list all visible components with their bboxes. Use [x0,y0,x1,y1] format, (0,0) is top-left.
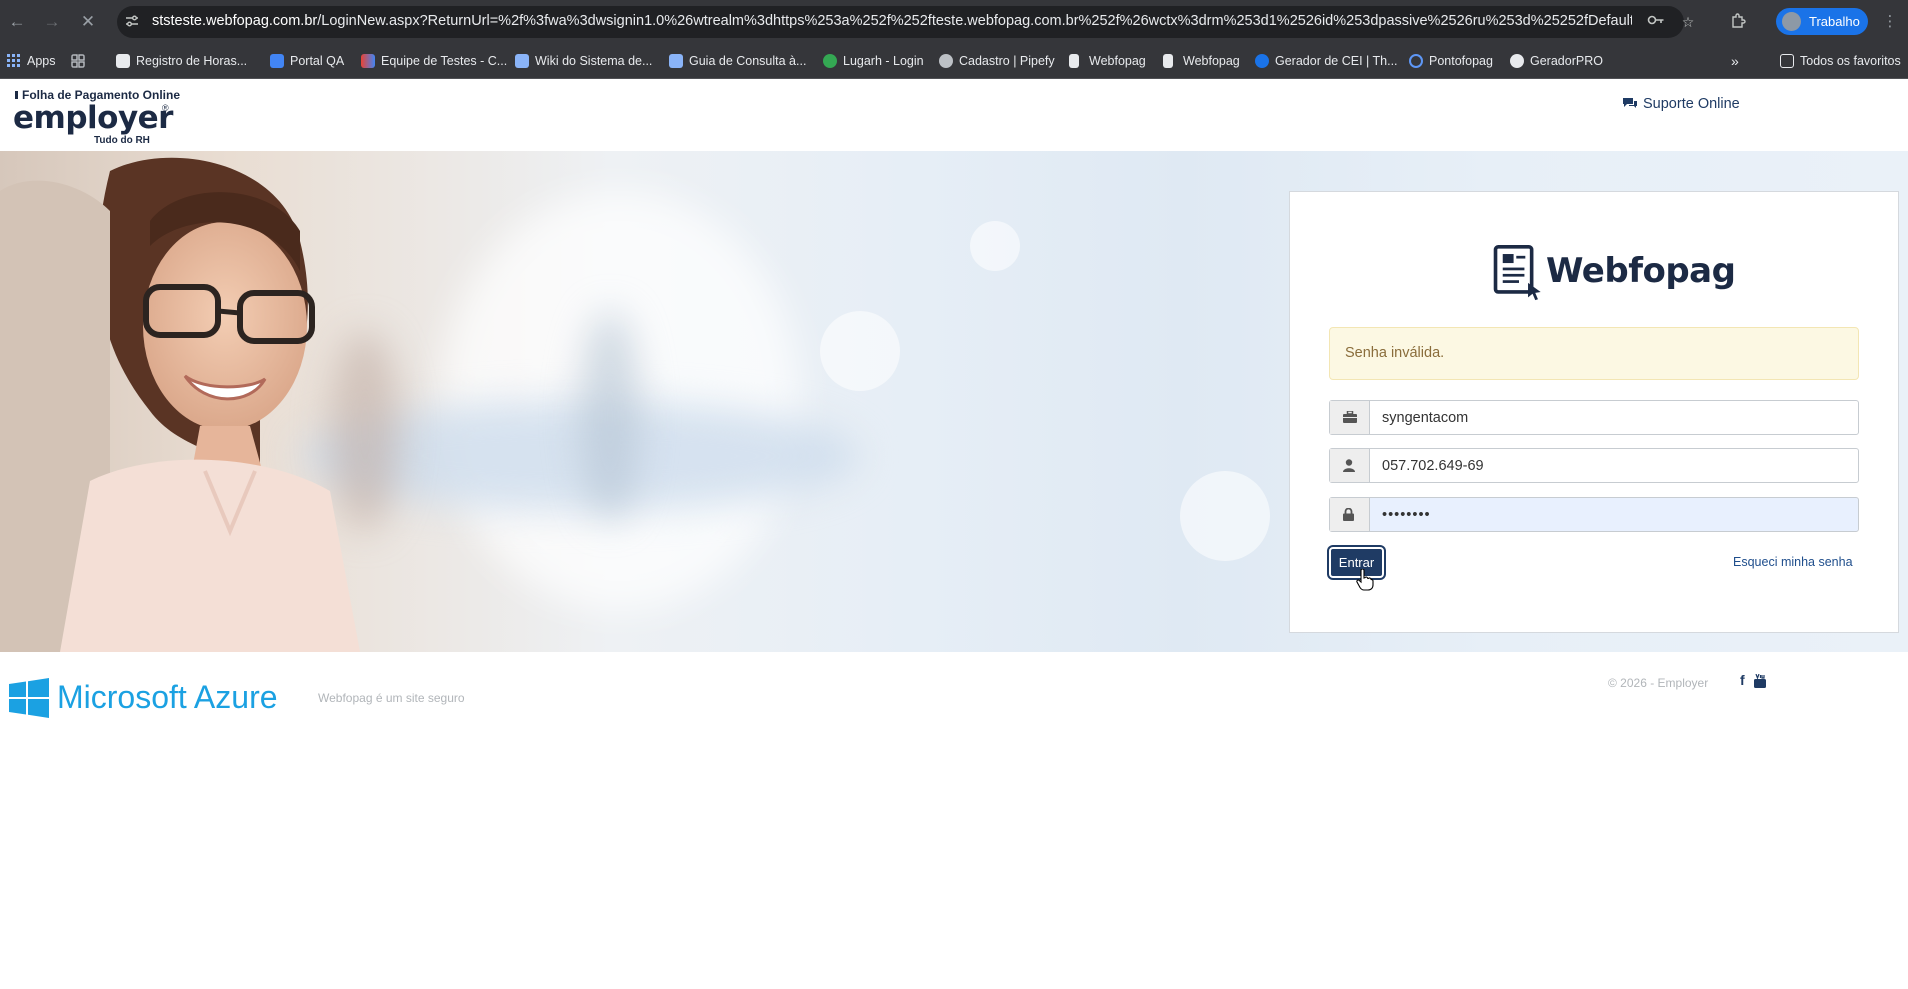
bookmark-pontofopag[interactable]: Pontofopag [1409,52,1493,70]
company-input[interactable] [1371,401,1858,434]
team-icon [361,54,375,68]
search-icon [270,54,284,68]
url-text[interactable]: ststeste.webfopag.com.br/LoginNew.aspx?R… [152,13,1632,29]
bookmark-tab-groups[interactable] [71,52,91,70]
webfopag-icon [1069,54,1079,68]
bookmark-webfopag-2[interactable]: Webfopag [1163,52,1240,70]
logo-tagline: Tudo do RH [94,135,150,146]
user-icon [1330,449,1370,482]
site-info-icon[interactable] [123,13,141,31]
forward-icon[interactable]: → [40,10,64,34]
bookmark-portal-qa[interactable]: Portal QA [270,52,344,70]
microsoft-azure-label: Microsoft Azure [57,679,278,715]
bookmark-cadastro-pipefy[interactable]: Cadastro | Pipefy [939,52,1055,70]
bookmarks-bar: Apps Registro de Horas... Portal QA Equi… [0,43,1908,79]
info-circle-icon [1255,54,1269,68]
folder-icon [1780,54,1794,68]
back-icon[interactable]: ← [5,10,29,34]
apps-grid-icon [7,54,20,67]
bookmark-equipe-testes[interactable]: Equipe de Testes - C... [361,52,507,70]
bookmark-label: Pontofopag [1429,54,1493,68]
webfopag-brand-name: Webfopag [1546,251,1736,291]
error-alert-message: Senha inválida. [1345,345,1445,361]
bookmark-guia-consulta[interactable]: Guia de Consulta à... [669,52,806,70]
logo-registered-mark: ® [162,103,169,113]
more-bookmarks-icon[interactable]: » [1731,52,1739,70]
briefcase-icon [1330,401,1370,434]
smiling-woman-photo [0,157,360,652]
password-input[interactable] [1371,498,1858,531]
hand-pointer-cursor-icon [1356,569,1374,591]
menu-dots-icon[interactable]: ⋮ [1878,10,1902,34]
youtube-icon[interactable] [1754,674,1766,688]
support-label: Suporte Online [1643,96,1740,112]
bookmark-label: Wiki do Sistema de... [535,54,653,68]
bookmark-label: Todos os favoritos [1800,54,1901,68]
bookmark-label: Lugarh - Login [843,54,924,68]
clock-icon [1409,54,1423,68]
profile-button[interactable]: Trabalho [1776,8,1868,35]
browser-toolbar: ← → ✕ ststeste.webfopag.com.br/LoginNew.… [0,0,1908,43]
site-header [0,80,1908,151]
globe-icon [939,54,953,68]
lock-icon [1330,498,1370,531]
bokeh-light [820,311,900,391]
bookmark-label: Guia de Consulta à... [689,54,807,68]
bokeh-light [1180,471,1270,561]
profile-label: Trabalho [1809,14,1860,29]
bookmark-wiki-sistema[interactable]: Wiki do Sistema de... [515,52,652,70]
bookmark-label: Portal QA [290,54,345,68]
document-icon [116,54,130,68]
bookmark-label: Apps [27,54,56,68]
extensions-icon[interactable] [1729,13,1747,31]
copyright-text: © 2026 - Employer [1608,676,1709,690]
windows-logo-icon [9,678,49,718]
bookmark-label: Webfopag [1089,54,1146,68]
logo-bar [15,91,18,99]
webfopag-icon [1163,54,1173,68]
stop-loading-icon[interactable]: ✕ [76,10,100,34]
error-alert: Senha inválida. [1329,327,1859,380]
bookmark-label: Registro de Horas... [136,54,248,68]
secure-site-text: Webfopag é um site seguro [318,691,465,705]
bookmark-geradorpro[interactable]: GeradorPRO [1510,52,1603,70]
bookmark-star-icon[interactable]: ☆ [1679,13,1697,31]
tab-grid-icon [71,54,85,68]
triangle-icon [1510,54,1524,68]
bookmark-apps[interactable]: Apps [7,52,56,70]
user-field[interactable] [1329,448,1859,483]
bookmark-webfopag-1[interactable]: Webfopag [1069,52,1146,70]
password-field[interactable] [1329,497,1859,532]
avatar [1782,12,1801,31]
support-online-link[interactable]: Suporte Online [1622,96,1740,112]
bookmark-registro-horas[interactable]: Registro de Horas... [116,52,247,70]
bookmark-all-favorites[interactable]: Todos os favoritos [1780,52,1901,70]
password-key-icon[interactable] [1647,13,1665,31]
lugarh-icon [823,54,837,68]
bookmark-lugarh-login[interactable]: Lugarh - Login [823,52,924,70]
bokeh-light [970,221,1020,271]
background-figure [580,311,640,521]
forgot-password-link[interactable]: Esqueci minha senha [1733,555,1853,569]
cpf-input[interactable] [1371,449,1858,482]
company-field[interactable] [1329,400,1859,435]
logo-name: employer [13,100,173,136]
bookmark-gerador-cei[interactable]: Gerador de CEI | Th... [1255,52,1398,70]
bookmark-label: GeradorPRO [1530,54,1603,68]
folder-icon [515,54,529,68]
folder-icon [669,54,683,68]
chat-bubble-icon [1623,98,1637,108]
webfopag-document-icon [1493,245,1541,301]
bookmark-label: Equipe de Testes - C... [381,54,508,68]
facebook-icon[interactable]: f [1740,672,1745,688]
bookmark-label: Webfopag [1183,54,1240,68]
bookmark-label: Cadastro | Pipefy [959,54,1055,68]
bookmark-label: Gerador de CEI | Th... [1275,54,1398,68]
